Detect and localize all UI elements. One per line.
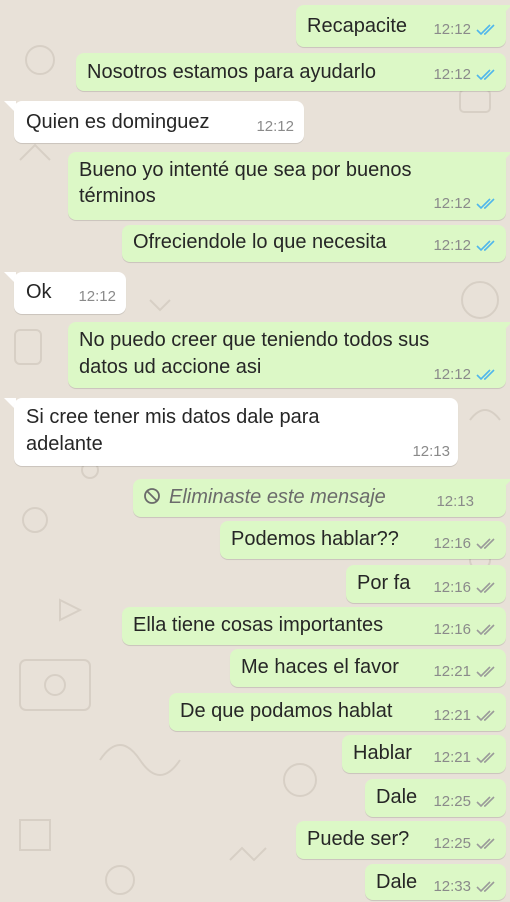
- bubble-tail: [500, 479, 510, 491]
- message-bubble-incoming[interactable]: Si cree tener mis datos dale para adelan…: [14, 398, 458, 466]
- message-meta: 12:12: [256, 118, 294, 135]
- message-bubble-outgoing[interactable]: Ofreciendole lo que necesita 12:12: [122, 225, 506, 262]
- deleted-message-row: Eliminaste este mensaje: [143, 484, 386, 512]
- message-bubble-outgoing[interactable]: Puede ser? 12:25: [296, 821, 506, 859]
- delivered-ticks-icon: [476, 665, 498, 678]
- message-bubble-outgoing[interactable]: No puedo creer que teniendo todos sus da…: [68, 322, 506, 388]
- message-time: 12:16: [433, 621, 471, 638]
- message-time: 12:12: [433, 195, 471, 212]
- message-meta: 12:12: [433, 237, 498, 254]
- message-bubble-incoming[interactable]: Quien es dominguez 12:12: [14, 101, 304, 143]
- message-text: Dale: [376, 786, 418, 808]
- message-meta: 12:25: [433, 835, 498, 852]
- message-meta: 12:13: [412, 443, 450, 460]
- delivered-ticks-icon: [476, 837, 498, 850]
- message-meta: 12:21: [433, 749, 498, 766]
- delivered-ticks-icon: [476, 581, 498, 594]
- message-time: 12:13: [412, 443, 450, 460]
- read-ticks-icon: [476, 368, 498, 381]
- message-time: 12:12: [433, 237, 471, 254]
- message-time: 12:16: [433, 535, 471, 552]
- bubble-tail: [500, 5, 510, 17]
- message-meta: 12:13: [436, 493, 474, 510]
- message-text-line: adelante: [26, 433, 103, 455]
- message-time: 12:33: [433, 878, 471, 895]
- bubble-tail: [500, 152, 510, 164]
- message-bubble-outgoing[interactable]: De que podamos hablat 12:21: [169, 693, 506, 731]
- message-bubble-outgoing[interactable]: Por fa 12:16: [346, 565, 506, 603]
- message-bubble-incoming[interactable]: Ok 12:12: [14, 272, 126, 314]
- message-meta: 12:16: [433, 621, 498, 638]
- message-text: Podemos hablar??: [231, 528, 399, 550]
- message-meta: 12:12: [433, 21, 498, 38]
- message-text: Ofreciendole lo que necesita: [133, 231, 387, 253]
- delivered-ticks-icon: [476, 709, 498, 722]
- message-meta: 12:16: [433, 535, 498, 552]
- message-text: Por fa: [357, 572, 411, 594]
- message-text: Me haces el favor: [241, 656, 399, 678]
- message-meta: 12:21: [433, 707, 498, 724]
- message-bubble-outgoing[interactable]: Dale 12:25: [365, 779, 506, 817]
- message-time: 12:13: [436, 493, 474, 510]
- delivered-ticks-icon: [476, 880, 498, 893]
- message-text: Quien es dominguez: [26, 111, 210, 133]
- read-ticks-icon: [476, 23, 498, 36]
- message-text: De que podamos hablat: [180, 700, 393, 722]
- message-meta: 12:12: [433, 366, 498, 383]
- message-text: Ella tiene cosas importantes: [133, 614, 384, 636]
- message-time: 12:21: [433, 707, 471, 724]
- message-meta: 12:16: [433, 579, 498, 596]
- delivered-ticks-icon: [476, 795, 498, 808]
- message-bubble-deleted[interactable]: Eliminaste este mensaje 12:13: [133, 479, 506, 517]
- message-meta: 12:33: [433, 878, 498, 895]
- message-time: 12:12: [433, 366, 471, 383]
- conversation: Recapacite 12:12 Nosotros estamos para a…: [0, 0, 510, 902]
- message-bubble-outgoing[interactable]: Recapacite 12:12: [296, 5, 506, 47]
- message-text: Ok: [26, 281, 52, 303]
- message-bubble-outgoing[interactable]: Hablar 12:21: [342, 735, 506, 773]
- message-time: 12:21: [433, 663, 471, 680]
- message-bubble-outgoing[interactable]: Nosotros estamos para ayudarlo 12:12: [76, 53, 506, 91]
- message-time: 12:21: [433, 749, 471, 766]
- message-text-line: datos ud accione asi: [79, 356, 262, 378]
- read-ticks-icon: [476, 68, 498, 81]
- message-time: 12:12: [256, 118, 294, 135]
- message-meta: 12:12: [433, 195, 498, 212]
- delivered-ticks-icon: [476, 751, 498, 764]
- message-text: Recapacite: [307, 15, 408, 37]
- message-bubble-outgoing[interactable]: Me haces el favor 12:21: [230, 649, 506, 687]
- message-meta: 12:21: [433, 663, 498, 680]
- message-bubble-outgoing[interactable]: Ella tiene cosas importantes 12:16: [122, 607, 506, 645]
- delivered-ticks-icon: [476, 537, 498, 550]
- message-time: 12:25: [433, 793, 471, 810]
- message-text-line: términos: [79, 185, 156, 207]
- message-time: 12:16: [433, 579, 471, 596]
- message-text: Puede ser?: [307, 828, 410, 850]
- message-bubble-outgoing[interactable]: Dale 12:33: [365, 864, 506, 900]
- message-text: Dale: [376, 871, 418, 893]
- message-meta: 12:25: [433, 793, 498, 810]
- read-ticks-icon: [476, 239, 498, 252]
- delivered-ticks-icon: [476, 623, 498, 636]
- message-text: Nosotros estamos para ayudarlo: [87, 61, 377, 83]
- message-time: 12:12: [78, 288, 116, 305]
- message-meta: 12:12: [78, 288, 116, 305]
- read-ticks-icon: [476, 197, 498, 210]
- bubble-tail: [500, 322, 510, 334]
- message-bubble-outgoing[interactable]: Bueno yo intenté que sea por buenos térm…: [68, 152, 506, 220]
- message-text: Eliminaste este mensaje: [169, 486, 386, 508]
- message-meta: 12:12: [433, 66, 498, 83]
- message-text-line: Bueno yo intenté que sea por buenos: [79, 159, 412, 181]
- message-text-line: No puedo creer que teniendo todos sus: [79, 329, 430, 351]
- message-text: Hablar: [353, 742, 412, 764]
- message-time: 12:12: [433, 66, 471, 83]
- message-time: 12:25: [433, 835, 471, 852]
- blocked-circle-icon: [143, 486, 161, 512]
- message-time: 12:12: [433, 21, 471, 38]
- message-text-line: Si cree tener mis datos dale para: [26, 406, 320, 428]
- message-bubble-outgoing[interactable]: Podemos hablar?? 12:16: [220, 521, 506, 559]
